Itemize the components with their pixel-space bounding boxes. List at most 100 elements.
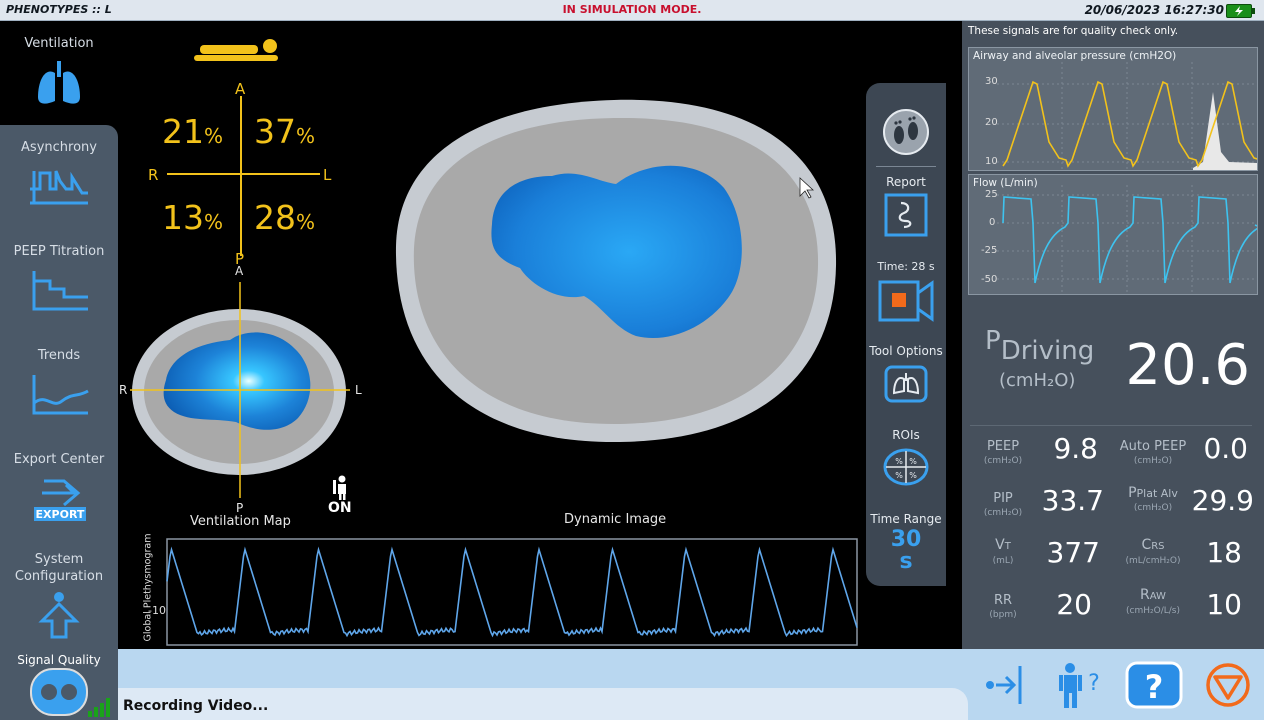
flow-tick-25: 25 xyxy=(985,189,998,200)
report-label: Report xyxy=(886,175,926,189)
pressure-waveform-chart xyxy=(997,62,1257,170)
app-window: PHENOTYPES :: L IN SIMULATION MODE. 20/0… xyxy=(0,0,1264,720)
map-posterior-label: P xyxy=(236,501,244,515)
battery-icon xyxy=(1226,4,1255,18)
patient-supine-icon xyxy=(194,39,278,61)
quadrant-cross xyxy=(167,96,320,256)
stop-icon[interactable] xyxy=(1203,660,1253,710)
sidebar-item-label: Export Center xyxy=(13,452,105,467)
dynamic-image-label: Dynamic Image xyxy=(564,512,667,527)
pressure-waveform-panel: Airway and alveolar pressure (cmH2O) 30 … xyxy=(968,47,1258,171)
report-icon[interactable] xyxy=(884,193,928,237)
pressure-waveform-title: Airway and alveolar pressure (cmH2O) xyxy=(973,50,1177,62)
sidebar-item-peep-titration[interactable]: PEEP Titration xyxy=(0,229,118,333)
sidebar-item-export-center[interactable]: Export Center EXPORT xyxy=(0,437,118,541)
pressure-tick-30: 30 xyxy=(985,76,998,87)
metric-driving-unit: (cmH₂O) xyxy=(999,370,1076,391)
lungs-icon xyxy=(38,61,80,104)
metric-pplat-label: PPlat Alv (cmH₂O) xyxy=(1128,485,1178,513)
exit-to-icon[interactable] xyxy=(982,660,1028,710)
patient-figure-icon xyxy=(333,475,346,500)
metric-raw-value: 10 xyxy=(1206,588,1242,621)
trends-chart-icon xyxy=(32,375,89,415)
metric-rr-label: RR (bpm) xyxy=(989,593,1017,621)
signal-quality-icon[interactable] xyxy=(30,668,88,716)
patient-help-icon[interactable]: ? xyxy=(1054,660,1104,710)
time-range-button[interactable]: 30 s xyxy=(866,529,946,573)
help-icon[interactable]: ? xyxy=(1124,660,1184,710)
map-right-label: R xyxy=(119,383,128,397)
axis-right-label: R xyxy=(148,166,159,184)
flow-waveform-panel: Flow (L/min) 25 0 -25 -50 xyxy=(968,174,1258,295)
signal-strength-icon xyxy=(88,698,110,717)
metric-driving-label: P xyxy=(985,326,1001,356)
export-icon-text: EXPORT xyxy=(36,508,85,521)
rois-quadrant-icon[interactable]: %% %% xyxy=(883,447,929,487)
signals-quality-note: These signals are for quality check only… xyxy=(968,25,1179,37)
sidebar-item-ventilation[interactable]: Ventilation xyxy=(0,21,118,125)
metric-auto-peep-value: 0.0 xyxy=(1203,432,1248,465)
sidebar-item-label: PEEP Titration xyxy=(13,244,105,259)
flow-tick-0: 0 xyxy=(989,217,996,228)
sidebar-item-asynchrony[interactable]: Asynchrony xyxy=(0,125,118,229)
export-icon: EXPORT xyxy=(34,479,86,521)
quadrant-top-right-value: 37% xyxy=(254,112,316,151)
signal-quality-label: Signal Quality xyxy=(17,653,101,667)
metric-driving-value: 20.6 xyxy=(1125,333,1250,398)
sidebar: Ventilation Asynchrony PEEP Titration Tr… xyxy=(0,21,118,649)
svg-text:%: % xyxy=(909,457,917,466)
tool-options-label: Tool Options xyxy=(869,344,943,358)
tool-options-lungs-icon[interactable] xyxy=(884,365,928,403)
footprints-icon[interactable] xyxy=(881,107,931,157)
metric-driving-pressure: PDriving (cmH₂O) xyxy=(985,326,1125,396)
patient-help-question-mark: ? xyxy=(1088,671,1100,696)
metric-vt-value: 377 xyxy=(1046,536,1100,569)
asynchrony-waveform-icon xyxy=(30,170,88,205)
recording-status-text: Recording Video... xyxy=(123,698,269,714)
metric-crs-label: CRS (mL/cmH₂O) xyxy=(1125,537,1181,566)
recording-time-label: Time: 28 s xyxy=(877,260,935,273)
sidebar-nav-panel: Asynchrony PEEP Titration Trends Export … xyxy=(0,125,118,649)
quadrant-bottom-right-value: 28% xyxy=(254,198,316,237)
metric-rr-value: 20 xyxy=(1056,588,1092,621)
metric-peep-value: 9.8 xyxy=(1053,432,1098,465)
flow-tick-minus25: -25 xyxy=(981,245,998,256)
simulation-mode-banner: IN SIMULATION MODE. xyxy=(562,3,702,16)
metric-driving-sub: Driving xyxy=(1000,336,1095,366)
ventilation-map-label: Ventilation Map xyxy=(190,514,291,529)
metric-pplat-value: 29.9 xyxy=(1191,484,1254,517)
sidebar-item-trends[interactable]: Trends xyxy=(0,333,118,437)
axis-anterior-label: A xyxy=(235,80,246,98)
sidebar-item-label: Asynchrony xyxy=(21,140,97,155)
metric-vt-label: VT (mL) xyxy=(992,537,1014,566)
plethysmogram-tick: -10 xyxy=(148,604,166,617)
video-record-icon[interactable] xyxy=(878,279,936,323)
flow-waveform-chart xyxy=(997,185,1257,295)
metric-pip-value: 33.7 xyxy=(1041,484,1104,517)
quadrant-bottom-left-value: 13% xyxy=(162,198,224,237)
metric-crs-value: 18 xyxy=(1206,536,1242,569)
map-left-label: L xyxy=(355,383,362,397)
plethysmogram-chart xyxy=(166,538,858,646)
svg-text:%: % xyxy=(909,471,917,480)
rois-label: ROIs xyxy=(892,428,920,442)
sidebar-item-label: Trends xyxy=(37,348,81,363)
sidebar-item-system-configuration[interactable]: System Configuration xyxy=(0,541,118,649)
time-range-value: 30 xyxy=(890,527,922,552)
flow-tick-minus50: -50 xyxy=(981,274,998,285)
pressure-tick-20: 20 xyxy=(985,117,998,128)
date-time: 20/06/2023 16:27:30 xyxy=(1084,3,1224,17)
metric-raw-label: RAW (cmH₂O/L/s) xyxy=(1126,587,1180,616)
metric-pip-label: PIP (cmH₂O) xyxy=(983,491,1023,519)
dynamic-image[interactable] xyxy=(388,96,840,446)
patient-toggle-button[interactable]: ON xyxy=(326,474,356,518)
tool-column: Report Time: 28 s Tool Options ROIs %% %… xyxy=(866,83,946,586)
svg-text:%: % xyxy=(895,457,903,466)
system-config-arrow-icon xyxy=(38,592,80,639)
time-range-unit: s xyxy=(899,549,913,574)
axis-left-label: L xyxy=(323,166,332,184)
sidebar-item-label: System Configuration xyxy=(14,552,104,584)
plethysmogram-ylabel: Global Plethysmogram xyxy=(142,533,154,642)
svg-text:%: % xyxy=(895,471,903,480)
map-anterior-label: A xyxy=(235,264,244,278)
